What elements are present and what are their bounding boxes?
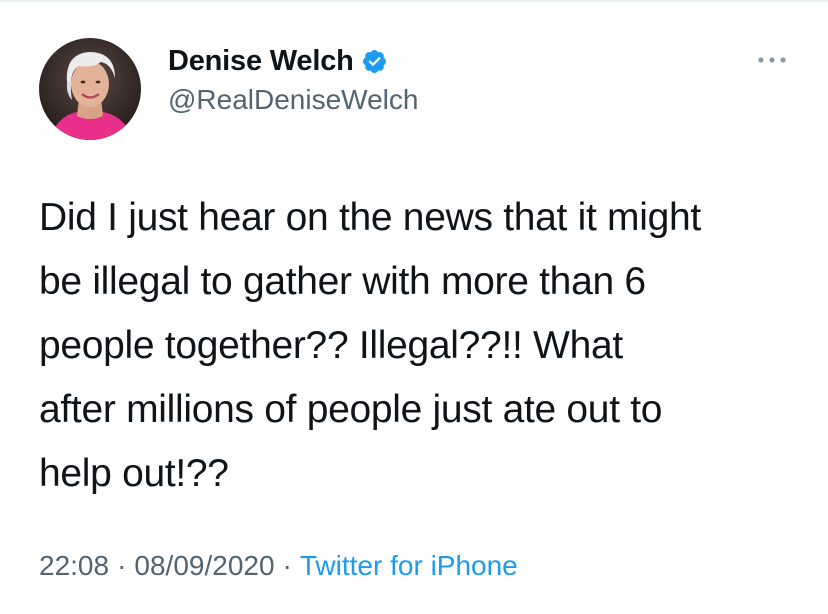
- meta-separator: ·: [117, 550, 127, 581]
- avatar[interactable]: [39, 38, 141, 140]
- more-options-icon[interactable]: [755, 50, 789, 70]
- author-display-name[interactable]: Denise Welch: [168, 45, 354, 78]
- verified-badge-icon: [361, 48, 388, 75]
- author-handle[interactable]: @RealDeniseWelch: [168, 84, 418, 116]
- tweet-metadata: 22:08 · 08/09/2020 · Twitter for iPhone: [39, 550, 518, 582]
- author-name-row: Denise Welch: [168, 44, 388, 78]
- tweet-source-link[interactable]: Twitter for iPhone: [300, 550, 518, 582]
- meta-separator: ·: [282, 550, 292, 581]
- tweet-date[interactable]: 08/09/2020: [134, 550, 274, 582]
- top-divider: [0, 0, 828, 2]
- tweet-text: Did I just hear on the news that it migh…: [39, 196, 701, 495]
- avatar-image: [39, 38, 141, 140]
- tweet-time[interactable]: 22:08: [39, 550, 109, 582]
